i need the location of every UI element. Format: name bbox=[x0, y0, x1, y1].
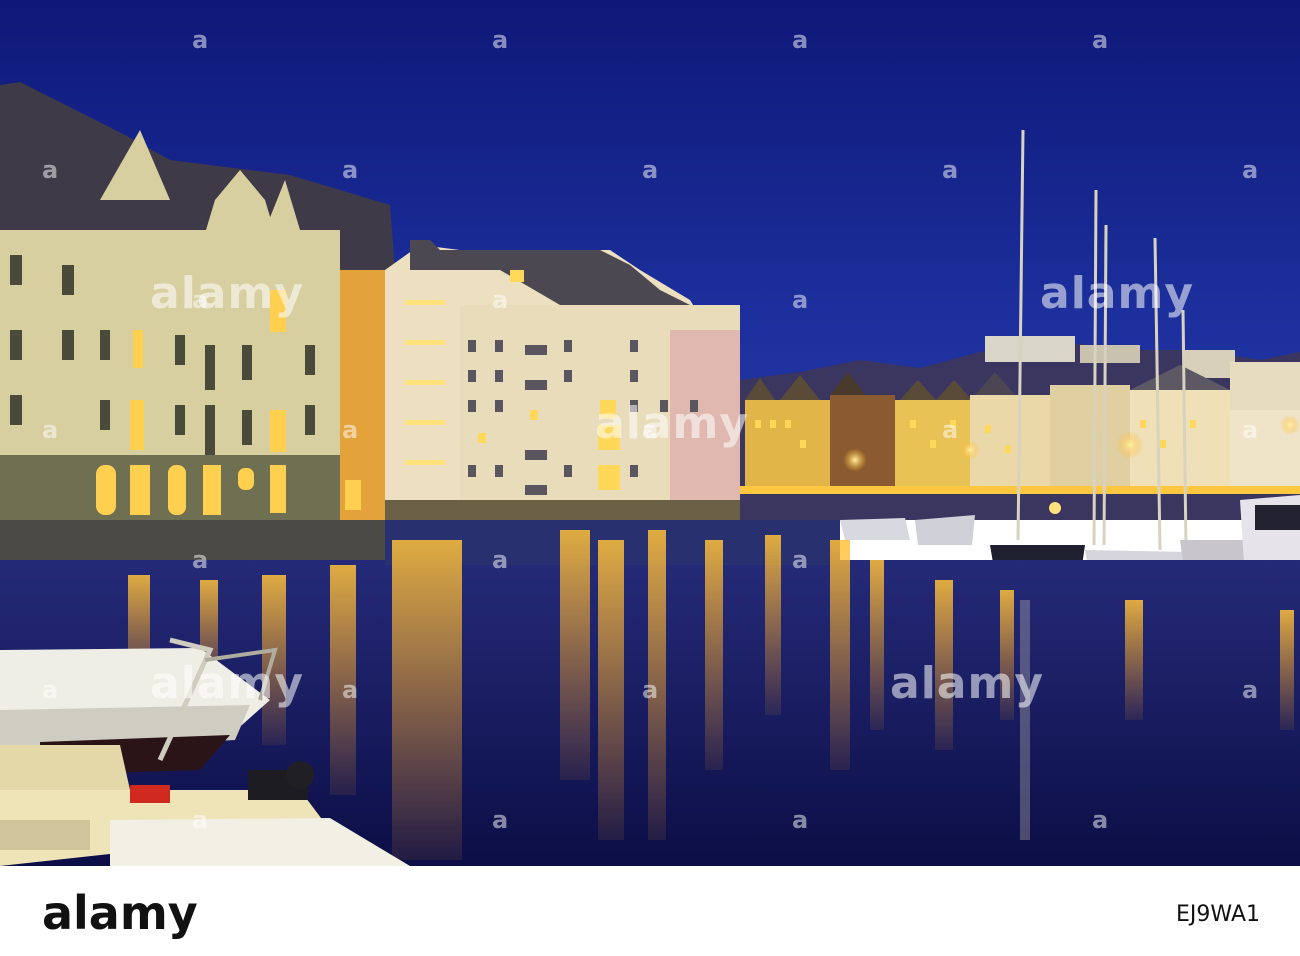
watermark-mark: a bbox=[792, 286, 810, 314]
watermark-mark: a bbox=[1092, 806, 1110, 834]
footer-bar: alamy EJ9WA1 bbox=[0, 866, 1300, 956]
watermark-brand: alamy bbox=[595, 398, 749, 449]
watermark-mark: a bbox=[192, 546, 210, 574]
watermark-mark: a bbox=[342, 416, 360, 444]
harbor-night-photo: a a a a a a a a a a a a a a a a a a a a … bbox=[0, 0, 1300, 866]
watermark-brand: alamy bbox=[150, 658, 304, 709]
watermark-mark: a bbox=[192, 806, 210, 834]
watermark-mark: a bbox=[942, 156, 960, 184]
watermark-mark: a bbox=[792, 546, 810, 574]
watermark-mark: a bbox=[642, 156, 660, 184]
watermark-mark: a bbox=[492, 26, 510, 54]
watermark-mark: a bbox=[942, 416, 960, 444]
watermark-mark: a bbox=[492, 286, 510, 314]
image-id: EJ9WA1 bbox=[1176, 902, 1260, 927]
watermark-mark: a bbox=[1092, 26, 1110, 54]
alamy-logo: alamy bbox=[42, 886, 198, 940]
watermark-mark: a bbox=[492, 546, 510, 574]
watermark-mark: a bbox=[1242, 416, 1260, 444]
watermark-mark: a bbox=[642, 676, 660, 704]
watermark-mark: a bbox=[42, 416, 60, 444]
watermark-mark: a bbox=[42, 156, 60, 184]
watermark-mark: a bbox=[1242, 676, 1260, 704]
watermark-mark: a bbox=[792, 806, 810, 834]
watermark-mark: a bbox=[42, 676, 60, 704]
watermark-mark: a bbox=[342, 676, 360, 704]
watermark-brand: alamy bbox=[890, 658, 1044, 709]
watermark-mark: a bbox=[492, 806, 510, 834]
watermark-mark: a bbox=[792, 26, 810, 54]
watermark-brand: alamy bbox=[150, 268, 304, 319]
watermark-brand: alamy bbox=[1040, 268, 1194, 319]
watermark-mark: a bbox=[342, 156, 360, 184]
watermark-mark: a bbox=[192, 26, 210, 54]
watermark-mark: a bbox=[1242, 156, 1260, 184]
